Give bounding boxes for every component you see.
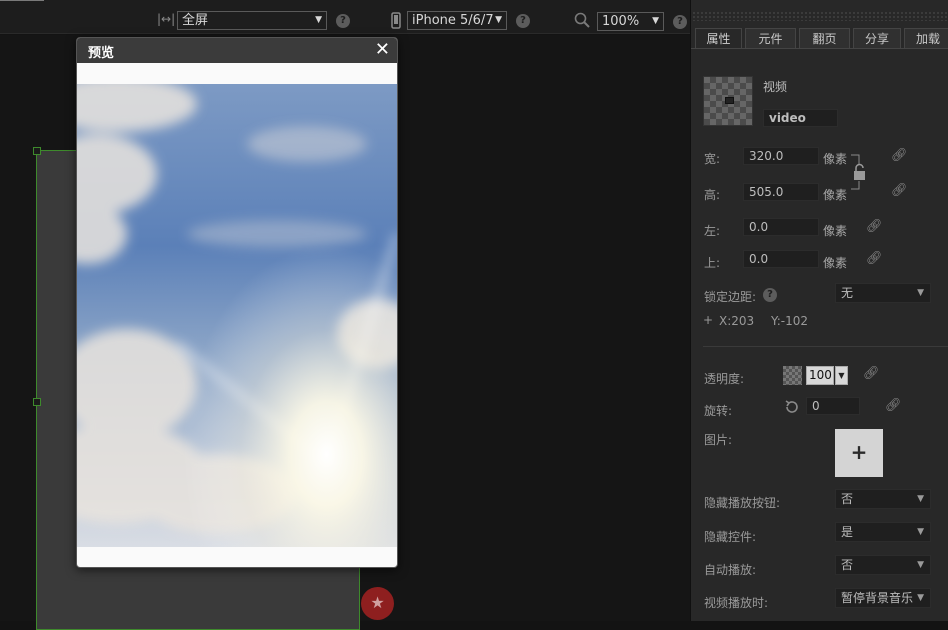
hide-play-button-select[interactable]: 否 ▼ — [835, 489, 931, 509]
help-icon[interactable]: ? — [516, 14, 530, 28]
close-icon[interactable]: ✕ — [375, 39, 390, 60]
zoom-select[interactable]: 100% ▼ — [597, 12, 664, 31]
coord-x: X:203 — [719, 314, 755, 328]
screen-size-value: 全屏 — [182, 13, 209, 28]
zoom-value: 100% — [602, 14, 640, 29]
hide-controls-value: 是 — [841, 525, 854, 539]
link-icon[interactable]: 🔗︎ — [891, 148, 908, 163]
chevron-down-icon: ▼ — [917, 593, 924, 603]
lock-margin-value: 无 — [841, 286, 854, 300]
left-input[interactable]: 0.0 — [743, 218, 819, 236]
hide-controls-select[interactable]: 是 ▼ — [835, 522, 931, 542]
preview-dialog: 预览 ✕ — [76, 37, 398, 568]
preview-title: 预览 — [88, 46, 115, 61]
link-icon[interactable]: 🔗︎ — [891, 183, 908, 198]
tab-divider — [691, 48, 948, 49]
top-label: 上: — [704, 256, 721, 270]
chevron-down-icon: ▼ — [917, 288, 924, 298]
resize-handle[interactable] — [33, 398, 41, 406]
panel-drag-grip[interactable] — [692, 11, 948, 21]
resize-handle[interactable] — [33, 147, 41, 155]
chevron-down-icon: ▼ — [652, 16, 659, 26]
video-icon — [725, 97, 734, 104]
autoplay-select[interactable]: 否 ▼ — [835, 555, 931, 575]
opacity-dropdown-button[interactable]: ▼ — [835, 366, 848, 385]
aspect-lock-icon[interactable] — [849, 153, 869, 193]
chevron-down-icon: ▼ — [917, 527, 924, 537]
coord-y: Y:-102 — [771, 314, 809, 328]
on-play-select[interactable]: 暂停背景音乐 ▼ — [835, 588, 931, 608]
tab-components[interactable]: 元件 — [745, 28, 796, 49]
video-preview-frame[interactable] — [77, 84, 397, 547]
tab-label: 加载 — [915, 32, 940, 46]
on-play-label: 视频播放时: — [704, 596, 769, 610]
chevron-down-icon: ▼ — [315, 15, 322, 25]
height-unit: 像素 — [823, 188, 848, 202]
tab-label: 元件 — [758, 32, 783, 46]
favorite-add-button[interactable]: ★ — [361, 587, 394, 620]
fit-width-icon: |↔| — [157, 12, 176, 26]
opacity-label: 透明度: — [704, 372, 745, 386]
crosshair-icon: + — [703, 313, 714, 327]
rotate-icon — [785, 400, 798, 413]
element-name-input[interactable]: video — [763, 109, 838, 127]
link-icon[interactable]: 🔗︎ — [885, 398, 902, 413]
element-thumbnail — [703, 76, 753, 126]
left-label: 左: — [704, 224, 721, 238]
image-label: 图片: — [704, 433, 733, 447]
tab-loading[interactable]: 加载 — [904, 28, 948, 49]
link-icon[interactable]: 🔗︎ — [866, 251, 883, 266]
preview-header: 预览 ✕ — [77, 38, 397, 63]
add-image-button[interactable]: + — [835, 429, 883, 477]
chevron-down-icon: ▼ — [495, 15, 502, 25]
link-icon[interactable]: 🔗︎ — [866, 219, 883, 234]
on-play-value: 暂停背景音乐 — [841, 591, 914, 605]
rotate-label: 旋转: — [704, 404, 733, 418]
help-icon[interactable]: ? — [336, 14, 350, 28]
link-icon[interactable]: 🔗︎ — [863, 366, 880, 381]
phone-icon — [391, 12, 401, 29]
help-icon[interactable]: ? — [763, 288, 777, 302]
device-value: iPhone 5/6/7 — [412, 13, 494, 28]
width-input[interactable]: 320.0 — [743, 147, 819, 165]
device-select[interactable]: iPhone 5/6/7 ▼ — [407, 11, 507, 30]
height-label: 高: — [704, 188, 721, 202]
left-unit: 像素 — [823, 224, 848, 238]
star-add-icon: ★ — [370, 593, 385, 612]
tab-share[interactable]: 分享 — [853, 28, 901, 49]
lock-margin-select[interactable]: 无 ▼ — [835, 283, 931, 303]
tab-label: 分享 — [864, 32, 889, 46]
autoplay-label: 自动播放: — [704, 563, 757, 577]
help-icon[interactable]: ? — [673, 15, 687, 29]
rotate-input[interactable]: 0 — [806, 397, 860, 415]
opacity-input[interactable]: 100 — [806, 366, 834, 385]
opacity-swatch-icon — [783, 366, 802, 385]
chevron-down-icon: ▼ — [917, 560, 924, 570]
tab-properties[interactable]: 属性 — [695, 28, 742, 49]
hide-play-button-value: 否 — [841, 492, 854, 506]
top-unit: 像素 — [823, 256, 848, 270]
height-input[interactable]: 505.0 — [743, 183, 819, 201]
hide-play-button-label: 隐藏播放按钮: — [704, 496, 781, 510]
screen-size-select[interactable]: 全屏 ▼ — [177, 11, 327, 30]
active-tab-indicator — [0, 0, 44, 3]
hide-controls-label: 隐藏控件: — [704, 530, 757, 544]
element-type-label: 视频 — [763, 80, 788, 94]
lock-margin-label: 锁定边距: — [704, 290, 757, 304]
width-label: 宽: — [704, 152, 721, 166]
section-divider — [703, 346, 948, 347]
width-unit: 像素 — [823, 152, 848, 166]
chevron-down-icon: ▼ — [917, 494, 924, 504]
tab-label: 属性 — [706, 32, 731, 46]
autoplay-value: 否 — [841, 558, 854, 572]
tab-label: 翻页 — [812, 32, 837, 46]
zoom-icon — [574, 12, 590, 28]
top-input[interactable]: 0.0 — [743, 250, 819, 268]
tab-page-flip[interactable]: 翻页 — [799, 28, 850, 49]
